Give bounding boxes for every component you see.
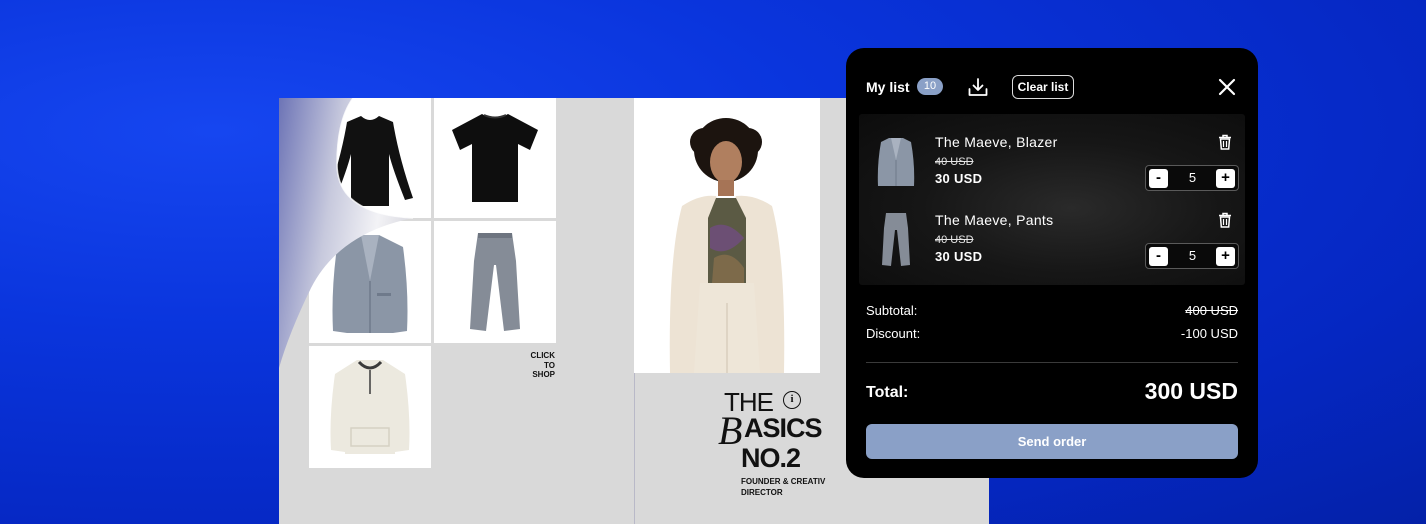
total-label: Total: <box>866 384 909 401</box>
send-order-button[interactable]: Send order <box>866 424 1238 459</box>
quantity-input[interactable]: 5 <box>1170 166 1215 190</box>
brand-founder: FOUNDER & CREATIV DIRECTOR <box>741 477 826 497</box>
close-icon <box>1218 78 1236 96</box>
discount-label: Discount: <box>866 326 921 341</box>
pants-thumbnail <box>882 213 910 266</box>
trash-icon <box>1219 134 1231 150</box>
my-list-panel: My list 10 Clear list The Maeve, Blazer … <box>846 48 1258 478</box>
info-icon: i <box>783 391 801 409</box>
brand-number: NO.2 <box>741 443 801 473</box>
tshirt-image <box>452 114 538 202</box>
decrease-quantity-button[interactable]: - <box>1149 169 1168 188</box>
divider <box>866 362 1238 363</box>
click-to-shop-label[interactable]: CLICK TO SHOP <box>515 351 555 380</box>
page-curl-icon[interactable] <box>279 98 419 373</box>
remove-item-button[interactable] <box>1218 134 1232 150</box>
discount-value: -100 USD <box>1180 326 1238 341</box>
model-photo <box>669 118 785 373</box>
decrease-quantity-button[interactable]: - <box>1149 247 1168 266</box>
subtotal-label: Subtotal: <box>866 303 918 318</box>
quantity-stepper: - 5 + <box>1145 243 1239 269</box>
panel-title: My list <box>866 79 910 95</box>
panel-header: My list 10 Clear list <box>866 74 1238 100</box>
trash-icon <box>1219 212 1231 228</box>
close-button[interactable] <box>1216 76 1238 98</box>
item-name: The Maeve, Blazer <box>935 134 1058 150</box>
product-tile-tshirt[interactable] <box>434 98 556 218</box>
increase-quantity-button[interactable]: + <box>1216 169 1235 188</box>
quantity-input[interactable]: 5 <box>1170 244 1215 268</box>
clear-list-button[interactable]: Clear list <box>1012 75 1074 99</box>
increase-quantity-button[interactable]: + <box>1216 247 1235 266</box>
pants-image <box>470 233 520 331</box>
item-new-price: 30 USD <box>935 249 983 264</box>
cart-items-list: The Maeve, Blazer 40 USD 30 USD - 5 + Th… <box>859 114 1245 285</box>
cart-item: The Maeve, Pants 40 USD 30 USD - 5 + <box>859 192 1245 270</box>
remove-item-button[interactable] <box>1218 212 1232 228</box>
brand-basics: ASICS <box>744 413 823 443</box>
brand-script-b: B <box>718 408 743 453</box>
item-new-price: 30 USD <box>935 171 983 186</box>
page-spine <box>634 373 635 524</box>
item-old-price: 40 USD <box>935 156 974 168</box>
quantity-stepper: - 5 + <box>1145 165 1239 191</box>
click-to-shop-line: CLICK <box>530 351 555 360</box>
cart-item: The Maeve, Blazer 40 USD 30 USD - 5 + <box>859 114 1245 192</box>
item-name: The Maeve, Pants <box>935 212 1054 228</box>
click-to-shop-line: TO <box>544 360 555 370</box>
total-value: 300 USD <box>1144 378 1238 404</box>
model-hero-image <box>634 98 820 373</box>
click-to-shop-line: SHOP <box>532 370 555 379</box>
item-old-price: 40 USD <box>935 234 974 246</box>
product-tile-pants[interactable] <box>434 221 556 343</box>
blazer-thumbnail <box>877 138 915 186</box>
download-button[interactable] <box>966 75 990 99</box>
subtotal-value: 400 USD <box>1185 303 1238 318</box>
download-icon <box>968 78 988 96</box>
item-count-badge: 10 <box>917 78 943 95</box>
